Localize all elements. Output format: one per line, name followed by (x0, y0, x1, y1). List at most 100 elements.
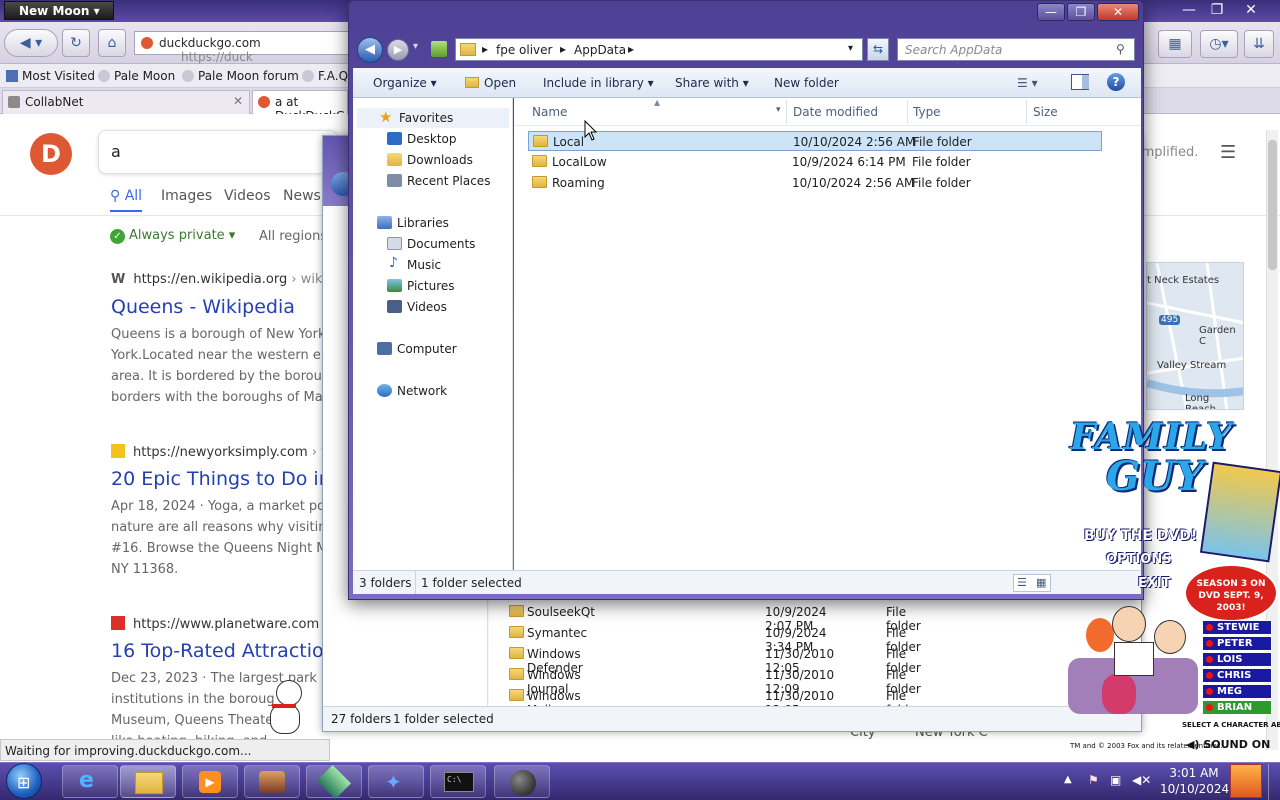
character-lois-button[interactable]: LOIS (1202, 652, 1272, 667)
explorer-minimize-button[interactable]: — (1037, 3, 1065, 21)
buy-dvd-link[interactable]: BUY THE DVD! (1084, 528, 1197, 544)
up-folder-icon[interactable] (431, 41, 447, 57)
maximize-button[interactable]: ❐ (1202, 0, 1232, 20)
breadcrumb-item[interactable]: fpe oliver (496, 43, 552, 57)
result-title[interactable]: 20 Epic Things to Do in (111, 468, 331, 490)
explorer-back-button[interactable]: ◀ (357, 37, 383, 63)
action-center-flag-icon[interactable]: ⚑ (1088, 773, 1099, 787)
explorer-search-input[interactable]: Search AppData ⚲ (897, 38, 1135, 61)
character-brian-button[interactable]: BRIAN (1202, 700, 1272, 715)
region-selector[interactable]: All regions (259, 229, 327, 244)
help-icon[interactable]: ? (1107, 73, 1125, 91)
taskbar-explorer-button[interactable] (120, 765, 176, 798)
open-button[interactable]: Open (465, 76, 516, 90)
tab-duckduckgo[interactable]: a at DuckDuckG (252, 90, 348, 123)
home-button[interactable]: ⌂ (98, 29, 126, 57)
nav-libraries[interactable]: Libraries (377, 213, 507, 233)
include-in-library-button[interactable]: Include in library ▾ (543, 76, 654, 90)
explorer-window[interactable]: — ❐ ✕ ◀ ▶ ▾ ▸ fpe oliver ▸ AppData ▸ ▾ ⇆… (348, 0, 1144, 600)
user-tile-icon[interactable] (1230, 764, 1262, 798)
nav-network[interactable]: Network (377, 381, 507, 401)
details-view-icon[interactable]: ☰ (1017, 576, 1027, 589)
result-url[interactable]: Whttps://en.wikipedia.org › wiki › (111, 272, 335, 287)
nav-computer[interactable]: Computer (377, 339, 507, 359)
column-divider[interactable] (786, 100, 787, 124)
result-url[interactable]: https://www.planetware.com › n (111, 616, 341, 632)
new-folder-button[interactable]: New folder (774, 76, 839, 90)
result-url[interactable]: https://newyorksimply.com › thi (111, 444, 338, 460)
nav-favorites[interactable]: ★ Favorites (357, 108, 509, 128)
options-link[interactable]: OPTIONS (1106, 552, 1172, 567)
taskbar-app-button[interactable] (306, 765, 362, 799)
show-hidden-icons-button[interactable]: ▲ (1064, 774, 1072, 785)
character-chris-button[interactable]: CHRIS (1202, 668, 1272, 683)
minimize-button[interactable]: — (1174, 0, 1204, 20)
nav-videos[interactable]: Videos (387, 297, 507, 317)
explorer-close-button[interactable]: ✕ (1097, 3, 1139, 21)
addon-button[interactable]: ▦ (1158, 30, 1192, 58)
family-guy-ad[interactable]: FAMILY GUY BUY THE DVD! OPTIONS EXIT SEA… (1066, 418, 1280, 762)
map-preview[interactable]: t Neck Estates 495 Garden C Valley Strea… (1146, 262, 1244, 410)
taskbar-terminal-button[interactable]: C:\ (430, 765, 486, 798)
search-tab-all[interactable]: ⚲ All (110, 188, 143, 212)
menu-hamburger-icon[interactable]: ☰ (1220, 142, 1236, 163)
preview-pane-button[interactable] (1071, 74, 1089, 90)
refresh-button[interactable]: ⇆ (867, 38, 889, 61)
sound-toggle[interactable]: ◀) SOUND ON (1186, 738, 1270, 751)
column-divider[interactable] (1026, 100, 1027, 124)
nav-music[interactable]: ♪ Music (389, 255, 507, 275)
nav-desktop[interactable]: Desktop (387, 129, 507, 149)
scrollbar-thumb[interactable] (1268, 140, 1277, 270)
table-row[interactable]: LocalLow 10/9/2024 6:14 PM File folder (528, 152, 1102, 172)
table-row[interactable]: Local 10/10/2024 2:56 AM File folder (528, 131, 1102, 151)
column-header-type[interactable]: Type (913, 105, 941, 119)
explorer-forward-button[interactable]: ▶ (387, 39, 409, 61)
address-bar[interactable]: ▸ fpe oliver ▸ AppData ▸ ▾ (455, 38, 863, 61)
bookmark-pale-moon-forum[interactable]: Pale Moon forum (182, 69, 299, 83)
character-peter-button[interactable]: PETER (1202, 636, 1272, 651)
bookmark-most-visited[interactable]: Most Visited (6, 69, 95, 83)
nav-pictures[interactable]: Pictures (387, 276, 507, 296)
app-menu-button[interactable]: New Moon ▾ (4, 1, 114, 20)
exit-link[interactable]: EXIT (1138, 576, 1171, 591)
address-dropdown-icon[interactable]: ▾ (848, 43, 853, 54)
start-button[interactable]: ⊞ (6, 763, 42, 799)
search-tab-news[interactable]: News (283, 188, 321, 204)
view-toggle[interactable]: ☰ ▦ (1013, 574, 1051, 592)
duckduckgo-logo-icon[interactable]: D (30, 133, 72, 175)
nav-documents[interactable]: Documents (387, 234, 507, 254)
thumbnail-view-icon[interactable]: ▦ (1036, 576, 1046, 589)
character-meg-button[interactable]: MEG (1202, 684, 1272, 699)
taskbar-app-button[interactable] (494, 765, 550, 798)
result-title[interactable]: Queens - Wikipedia (111, 296, 295, 318)
clock[interactable]: 3:01 AM 10/10/2024 (1160, 765, 1229, 797)
breadcrumb-item[interactable]: AppData (574, 43, 626, 57)
share-with-button[interactable]: Share with ▾ (675, 76, 749, 90)
search-tab-videos[interactable]: Videos (224, 188, 271, 204)
character-stewie-button[interactable]: STEWIE (1202, 620, 1272, 635)
taskbar-media-player-button[interactable]: ▶ (182, 765, 238, 798)
taskbar-app-button[interactable] (244, 765, 300, 798)
column-header-name[interactable]: Name (532, 105, 567, 119)
column-divider[interactable] (907, 100, 908, 124)
history-button[interactable]: ◷▾ (1200, 30, 1238, 58)
taskbar-browser-button[interactable]: ✦ (368, 765, 424, 798)
volume-muted-icon[interactable]: ◀✕ (1132, 773, 1151, 787)
recent-pages-dropdown-icon[interactable]: ▾ (413, 41, 418, 52)
network-tray-icon[interactable]: ▣ (1110, 773, 1121, 787)
tab-collabnet[interactable]: CollabNet ✕ (2, 90, 250, 114)
bookmark-faq[interactable]: F.A.Q (302, 69, 348, 83)
column-header-size[interactable]: Size (1033, 105, 1058, 119)
search-tab-images[interactable]: Images (161, 188, 212, 204)
nav-downloads[interactable]: Downloads (387, 150, 507, 170)
show-desktop-button[interactable] (1268, 764, 1280, 800)
result-title[interactable]: 16 Top-Rated Attractions (111, 640, 346, 662)
column-dropdown-icon[interactable]: ▾ (776, 105, 781, 115)
column-header-date[interactable]: Date modified (793, 105, 878, 119)
url-bar[interactable]: duckduckgo.com https://duck (134, 31, 354, 64)
explorer-maximize-button[interactable]: ❐ (1067, 3, 1095, 21)
privacy-toggle[interactable]: ✓ Always private ▾ (110, 228, 235, 244)
search-input[interactable]: a (98, 130, 338, 174)
taskbar-ie-button[interactable]: e (62, 765, 118, 798)
close-button[interactable]: ✕ (1236, 0, 1266, 20)
